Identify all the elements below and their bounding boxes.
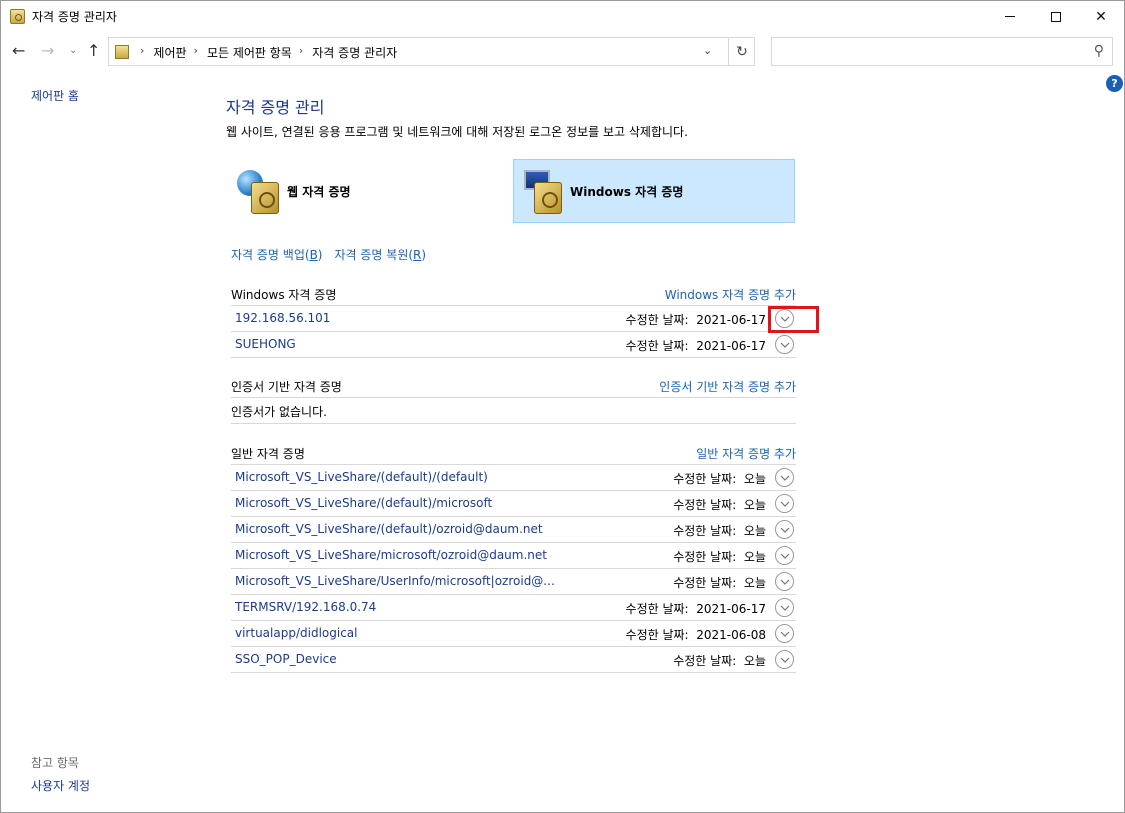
recent-locations-chevron-icon[interactable]: ⌄	[69, 45, 77, 56]
credential-name[interactable]: TERMSRV/192.168.0.74	[235, 600, 376, 614]
tab-web-credentials-label: 웹 자격 증명	[287, 184, 351, 199]
search-icon: ⚲	[1093, 43, 1104, 59]
credential-name[interactable]: Microsoft_VS_LiveShare/UserInfo/microsof…	[235, 574, 555, 588]
section-title: 인증서 기반 자격 증명	[231, 380, 342, 394]
credential-row[interactable]: SUEHONG 수정한 날짜: 2021-06-17	[231, 332, 796, 358]
no-certificates-row: 인증서가 없습니다.	[231, 398, 796, 424]
page-subtitle: 웹 사이트, 연결된 응용 프로그램 및 네트워크에 대해 저장된 로그온 정보…	[226, 125, 688, 139]
expand-chevron-icon[interactable]	[775, 598, 794, 617]
refresh-button[interactable]: ↻	[728, 38, 755, 65]
credential-modified: 수정한 날짜: 2021-06-08	[625, 628, 766, 642]
credential-row[interactable]: virtualapp/didlogical 수정한 날짜: 2021-06-08	[231, 621, 796, 647]
credential-name[interactable]: Microsoft_VS_LiveShare/(default)/ozroid@…	[235, 522, 543, 536]
maximize-button[interactable]	[1033, 1, 1079, 32]
maximize-icon	[1051, 11, 1061, 22]
section-title: Windows 자격 증명	[231, 288, 337, 302]
windows-credentials-section: Windows 자격 증명 Windows 자격 증명 추가 192.168.5…	[231, 284, 796, 358]
credential-modified: 수정한 날짜: 오늘	[673, 524, 766, 538]
restore-credentials-link[interactable]: 자격 증명 복원(R)	[334, 246, 426, 263]
expand-chevron-icon[interactable]	[775, 494, 794, 513]
page-title: 자격 증명 관리	[226, 98, 325, 117]
minimize-icon	[1005, 16, 1015, 17]
credential-name[interactable]: SSO_POP_Device	[235, 652, 337, 666]
expand-chevron-icon[interactable]	[775, 624, 794, 643]
breadcrumb-item-control-panel[interactable]: 제어판	[153, 44, 186, 61]
expand-chevron-icon[interactable]	[775, 650, 794, 669]
add-windows-credential-link[interactable]: Windows 자격 증명 추가	[665, 286, 796, 303]
credential-manager-icon	[10, 9, 25, 24]
minimize-button[interactable]	[987, 1, 1033, 32]
certificate-credentials-section: 인증서 기반 자격 증명 인증서 기반 자격 증명 추가 인증서가 없습니다.	[231, 376, 796, 424]
credential-modified: 수정한 날짜: 2021-06-17	[625, 602, 766, 616]
see-also-label: 참고 항목	[31, 756, 79, 770]
up-arrow-icon[interactable]: ↑	[87, 41, 100, 60]
breadcrumb-item-credential-manager[interactable]: 자격 증명 관리자	[312, 44, 397, 61]
add-generic-credential-link[interactable]: 일반 자격 증명 추가	[696, 445, 796, 462]
window-title: 자격 증명 관리자	[32, 10, 117, 24]
breadcrumb-separator-icon[interactable]: ›	[299, 44, 303, 61]
tab-windows-credentials[interactable]: Windows 자격 증명	[513, 159, 795, 223]
credential-name[interactable]: Microsoft_VS_LiveShare/microsoft/ozroid@…	[235, 548, 547, 562]
credential-row[interactable]: Microsoft_VS_LiveShare/microsoft/ozroid@…	[231, 543, 796, 569]
expand-chevron-icon[interactable]	[775, 572, 794, 591]
add-certificate-credential-link[interactable]: 인증서 기반 자격 증명 추가	[659, 378, 796, 395]
tab-windows-credentials-label: Windows 자격 증명	[570, 184, 684, 199]
expand-chevron-icon[interactable]	[775, 468, 794, 487]
credential-row[interactable]: SSO_POP_Device 수정한 날짜: 오늘	[231, 647, 796, 673]
credential-name[interactable]: 192.168.56.101	[235, 311, 330, 325]
expand-chevron-icon[interactable]	[775, 335, 794, 354]
credential-name[interactable]: Microsoft_VS_LiveShare/(default)/microso…	[235, 496, 492, 510]
credential-modified: 수정한 날짜: 2021-06-17	[625, 339, 766, 353]
credential-name[interactable]: virtualapp/didlogical	[235, 626, 357, 640]
expand-chevron-icon[interactable]	[775, 520, 794, 539]
certificate-credentials-header: 인증서 기반 자격 증명 인증서 기반 자격 증명 추가	[231, 376, 796, 398]
credential-modified: 수정한 날짜: 2021-06-17	[625, 313, 766, 327]
breadcrumb-separator-icon[interactable]: ›	[194, 44, 198, 61]
control-panel-icon	[115, 45, 129, 59]
back-arrow-icon[interactable]: ←	[12, 41, 25, 60]
help-icon[interactable]: ?	[1106, 75, 1123, 92]
windows-credentials-icon	[518, 166, 566, 216]
section-title: 일반 자격 증명	[231, 447, 305, 461]
address-bar[interactable]: › 제어판 › 모든 제어판 항목 › 자격 증명 관리자 ⌄ ↻	[108, 37, 755, 66]
close-button[interactable]: ✕	[1078, 1, 1124, 32]
forward-arrow-icon[interactable]: →	[41, 41, 54, 60]
user-accounts-link[interactable]: 사용자 계정	[31, 777, 90, 794]
credential-modified: 수정한 날짜: 오늘	[673, 498, 766, 512]
control-panel-home-link[interactable]: 제어판 홈	[31, 87, 79, 104]
no-certificates-text: 인증서가 없습니다.	[231, 405, 327, 419]
title-bar: 자격 증명 관리자 ✕	[1, 1, 1124, 32]
web-credentials-icon	[235, 166, 283, 216]
breadcrumb-item-all-items[interactable]: 모든 제어판 항목	[207, 44, 292, 61]
credential-row[interactable]: Microsoft_VS_LiveShare/UserInfo/microsof…	[231, 569, 796, 595]
credential-row[interactable]: Microsoft_VS_LiveShare/(default)/ozroid@…	[231, 517, 796, 543]
highlight-annotation-box	[768, 306, 819, 333]
credential-manager-window: 자격 증명 관리자 ✕ ← → ⌄ ↑ › 제어판 › 모든 제어판 항목 › …	[0, 0, 1125, 813]
refresh-icon: ↻	[736, 43, 748, 60]
expand-chevron-icon[interactable]	[775, 546, 794, 565]
generic-credentials-section: 일반 자격 증명 일반 자격 증명 추가 Microsoft_VS_LiveSh…	[231, 443, 796, 673]
tab-web-credentials[interactable]: 웹 자격 증명	[231, 159, 513, 223]
credential-row[interactable]: Microsoft_VS_LiveShare/(default)/(defaul…	[231, 465, 796, 491]
credential-row[interactable]: Microsoft_VS_LiveShare/(default)/microso…	[231, 491, 796, 517]
credential-modified: 수정한 날짜: 오늘	[673, 472, 766, 486]
windows-credentials-header: Windows 자격 증명 Windows 자격 증명 추가	[231, 284, 796, 306]
credential-modified: 수정한 날짜: 오늘	[673, 576, 766, 590]
breadcrumb: › 제어판 › 모든 제어판 항목 › 자격 증명 관리자	[133, 44, 397, 61]
close-icon: ✕	[1095, 8, 1107, 25]
backup-restore-links: 자격 증명 백업(B) 자격 증명 복원(R)	[231, 246, 426, 263]
generic-credentials-header: 일반 자격 증명 일반 자격 증명 추가	[231, 443, 796, 465]
credential-row[interactable]: 192.168.56.101 수정한 날짜: 2021-06-17	[231, 306, 796, 332]
credential-modified: 수정한 날짜: 오늘	[673, 654, 766, 668]
credential-name[interactable]: Microsoft_VS_LiveShare/(default)/(defaul…	[235, 470, 488, 484]
credential-modified: 수정한 날짜: 오늘	[673, 550, 766, 564]
credential-name[interactable]: SUEHONG	[235, 337, 296, 351]
address-dropdown-chevron-icon[interactable]: ⌄	[703, 44, 712, 57]
backup-credentials-link[interactable]: 자격 증명 백업(B)	[231, 246, 322, 263]
credential-row[interactable]: TERMSRV/192.168.0.74 수정한 날짜: 2021-06-17	[231, 595, 796, 621]
breadcrumb-separator-icon: ›	[140, 44, 145, 57]
search-input[interactable]: ⚲	[771, 37, 1113, 66]
